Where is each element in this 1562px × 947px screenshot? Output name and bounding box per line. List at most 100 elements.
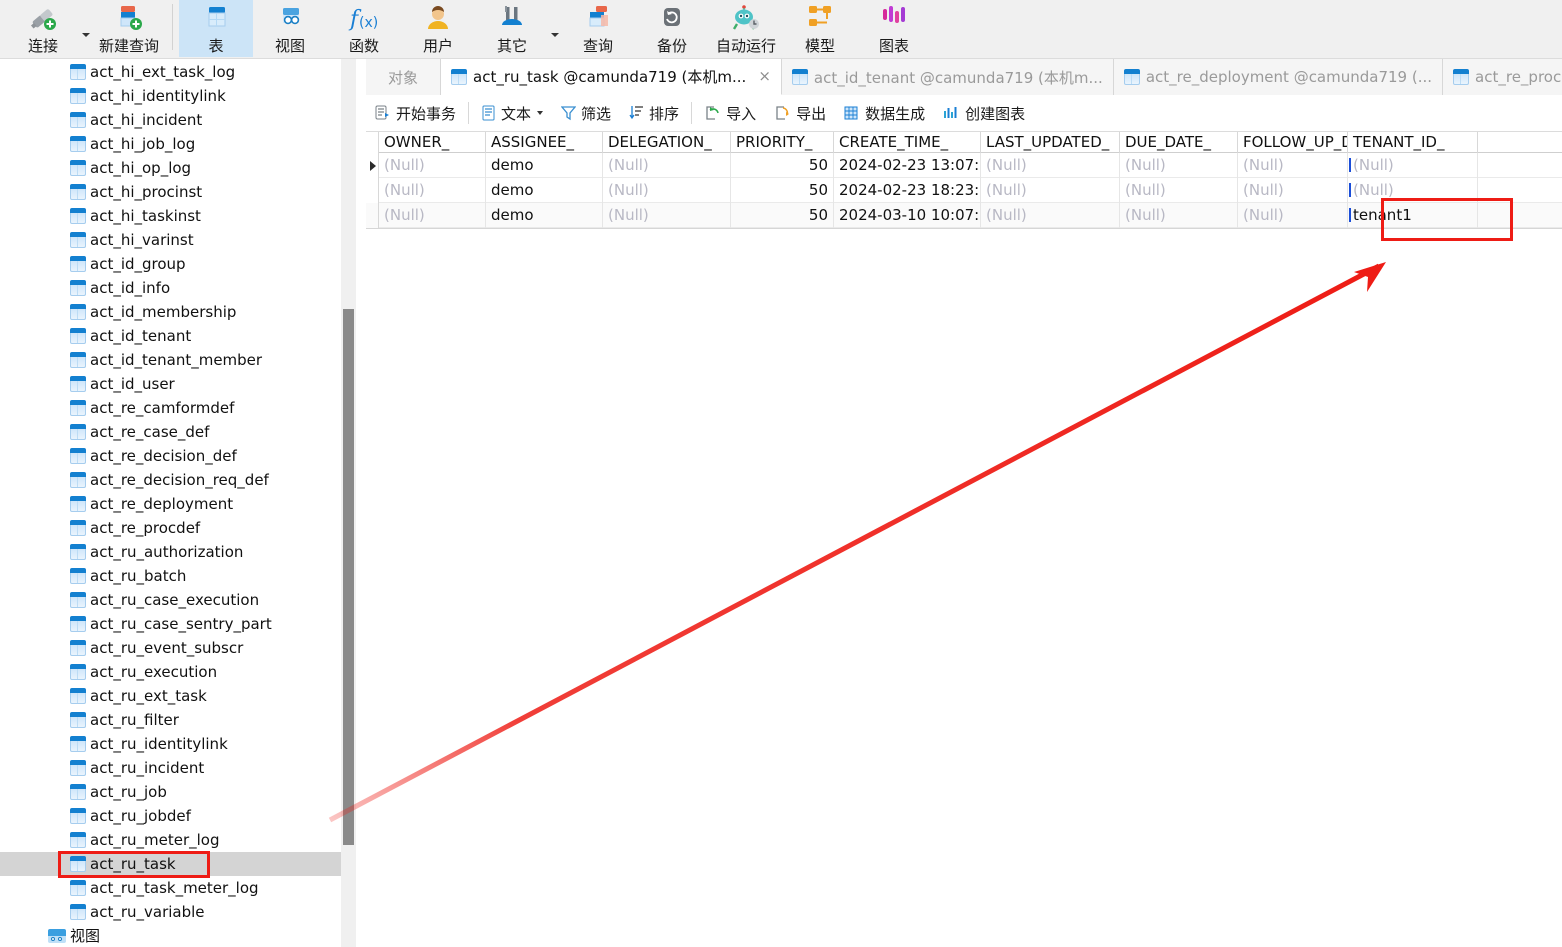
toolbar-button-automation[interactable]: 自动运行 bbox=[709, 0, 783, 57]
tree-item-act_re_decision_def[interactable]: act_re_decision_def bbox=[0, 444, 341, 468]
action-create-chart[interactable]: 创建图表 bbox=[934, 95, 1034, 132]
tree-item-act_id_info[interactable]: act_id_info bbox=[0, 276, 341, 300]
grid-cell-DELEGATION_[interactable]: (Null) bbox=[603, 178, 731, 203]
tree-item-act_hi_taskinst[interactable]: act_hi_taskinst bbox=[0, 204, 341, 228]
grid-cell-ASSIGNEE_[interactable]: demo bbox=[486, 203, 603, 228]
grid-column-header-CREATE_TIME_[interactable]: CREATE_TIME_ bbox=[834, 132, 981, 153]
grid-action-bar[interactable]: 开始事务 文本 筛选 排序 导入 导出 数据生成 创建图表 bbox=[366, 95, 1562, 132]
grid-cell-CREATE_TIME_[interactable]: 2024-02-23 13:07:1 bbox=[834, 153, 981, 178]
other-dropdown-caret[interactable] bbox=[549, 0, 561, 57]
toolbar-button-chart[interactable]: 图表 bbox=[857, 0, 931, 57]
tree-item-act_ru_authorization[interactable]: act_ru_authorization bbox=[0, 540, 341, 564]
grid-cell-DUE_DATE_[interactable]: (Null) bbox=[1120, 178, 1238, 203]
row-gutter[interactable] bbox=[366, 178, 379, 203]
action-data-generate[interactable]: 数据生成 bbox=[835, 95, 934, 132]
action-export[interactable]: 导出 bbox=[765, 95, 835, 132]
grid-cell-TENANT_ID_[interactable]: (Null) bbox=[1348, 178, 1478, 203]
data-grid[interactable]: OWNER_ ASSIGNEE_ DELEGATION_ PRIORITY_ CREAT… bbox=[366, 132, 1562, 947]
action-filter[interactable]: 筛选 bbox=[552, 95, 620, 132]
action-sort[interactable]: 排序 bbox=[620, 95, 688, 132]
editor-tab-bar[interactable]: 对象 act_ru_task @camunda719 (本机m... × act_i… bbox=[366, 59, 1562, 95]
grid-cell-ASSIGNEE_[interactable]: demo bbox=[486, 178, 603, 203]
grid-cell-ASSIGNEE_[interactable]: demo bbox=[486, 153, 603, 178]
tab-object-panel[interactable]: 对象 bbox=[366, 59, 442, 95]
grid-cell-DUE_DATE_[interactable]: (Null) bbox=[1120, 203, 1238, 228]
tree-item-act_re_case_def[interactable]: act_re_case_def bbox=[0, 420, 341, 444]
editor-tab-2[interactable]: act_re_deployment @camunda719 (... bbox=[1113, 59, 1444, 95]
tree-item-act_ru_meter_log[interactable]: act_ru_meter_log bbox=[0, 828, 341, 852]
tree-item-act_hi_procinst[interactable]: act_hi_procinst bbox=[0, 180, 341, 204]
grid-cell-DUE_DATE_[interactable]: (Null) bbox=[1120, 153, 1238, 178]
toolbar-button-user[interactable]: 用户 bbox=[401, 0, 475, 57]
row-gutter[interactable] bbox=[366, 153, 379, 178]
grid-cell-FOLLOW_UP_D[interactable]: (Null) bbox=[1238, 203, 1348, 228]
tree-item-act_ru_case_execution[interactable]: act_ru_case_execution bbox=[0, 588, 341, 612]
grid-column-header-LAST_UPDATED_[interactable]: LAST_UPDATED_ bbox=[981, 132, 1120, 153]
connection-dropdown-caret[interactable] bbox=[80, 0, 92, 57]
toolbar-button-other[interactable]: 其它 bbox=[475, 0, 549, 57]
editor-tab-0[interactable]: act_ru_task @camunda719 (本机m... × bbox=[441, 59, 782, 95]
tree-item-act_re_deployment[interactable]: act_re_deployment bbox=[0, 492, 341, 516]
chevron-down-icon[interactable] bbox=[537, 111, 544, 115]
grid-cell-PRIORITY_[interactable]: 50 bbox=[731, 153, 834, 178]
toolbar-button-connection[interactable]: 连接 bbox=[6, 0, 80, 57]
grid-cell-PRIORITY_[interactable]: 50 bbox=[731, 178, 834, 203]
tree-item-act_ru_ext_task[interactable]: act_ru_ext_task bbox=[0, 684, 341, 708]
grid-cell-TENANT_ID_[interactable]: tenant1 bbox=[1348, 203, 1478, 228]
grid-column-header-DELEGATION_[interactable]: DELEGATION_ bbox=[603, 132, 731, 153]
grid-cell-LAST_UPDATED_[interactable]: (Null) bbox=[981, 203, 1120, 228]
tree-item-act_ru_variable[interactable]: act_ru_variable bbox=[0, 900, 341, 924]
tree-item-act_ru_case_sentry_part[interactable]: act_ru_case_sentry_part bbox=[0, 612, 341, 636]
tree-item-act_re_procdef[interactable]: act_re_procdef bbox=[0, 516, 341, 540]
tree-item-act_ru_job[interactable]: act_ru_job bbox=[0, 780, 341, 804]
grid-cell-DELEGATION_[interactable]: (Null) bbox=[603, 203, 731, 228]
toolbar-button-model[interactable]: 模型 bbox=[783, 0, 857, 57]
toolbar-button-query[interactable]: 查询 bbox=[561, 0, 635, 57]
grid-cell-TENANT_ID_[interactable]: (Null) bbox=[1348, 153, 1478, 178]
grid-cell-LAST_UPDATED_[interactable]: (Null) bbox=[981, 178, 1120, 203]
tree-item-act_id_group[interactable]: act_id_group bbox=[0, 252, 341, 276]
tree-node-views[interactable]: 视图 bbox=[0, 924, 341, 947]
tree-item-act_ru_jobdef[interactable]: act_ru_jobdef bbox=[0, 804, 341, 828]
table-row[interactable]: (Null) demo (Null) 50 2024-02-23 18:23:3 (Nul… bbox=[366, 178, 1562, 203]
grid-header-row[interactable]: OWNER_ ASSIGNEE_ DELEGATION_ PRIORITY_ CREAT… bbox=[366, 132, 1562, 153]
tree-item-act_id_membership[interactable]: act_id_membership bbox=[0, 300, 341, 324]
grid-column-header-PRIORITY_[interactable]: PRIORITY_ bbox=[731, 132, 834, 153]
tree-item-act_id_user[interactable]: act_id_user bbox=[0, 372, 341, 396]
action-text[interactable]: 文本 bbox=[472, 95, 552, 132]
tree-item-act_id_tenant[interactable]: act_id_tenant bbox=[0, 324, 341, 348]
row-gutter[interactable] bbox=[366, 203, 379, 228]
tree-item-act_ru_filter[interactable]: act_ru_filter bbox=[0, 708, 341, 732]
grid-column-header-FOLLOW_UP_D[interactable]: FOLLOW_UP_D bbox=[1238, 132, 1348, 153]
tree-item-act_hi_op_log[interactable]: act_hi_op_log bbox=[0, 156, 341, 180]
tree-item-act_ru_task_meter_log[interactable]: act_ru_task_meter_log bbox=[0, 876, 341, 900]
grid-cell-FOLLOW_UP_D[interactable]: (Null) bbox=[1238, 178, 1348, 203]
tree-item-act_hi_ext_task_log[interactable]: act_hi_ext_task_log bbox=[0, 60, 341, 84]
grid-cell-FOLLOW_UP_D[interactable]: (Null) bbox=[1238, 153, 1348, 178]
tree-item-act_ru_event_subscr[interactable]: act_ru_event_subscr bbox=[0, 636, 341, 660]
editor-tab-1[interactable]: act_id_tenant @camunda719 (本机m... bbox=[781, 59, 1114, 95]
grid-column-header-TENANT_ID_[interactable]: TENANT_ID_ bbox=[1348, 132, 1478, 153]
toolbar-button-new-query[interactable]: 新建查询 bbox=[92, 0, 166, 57]
grid-cell-CREATE_TIME_[interactable]: 2024-03-10 10:07:2 bbox=[834, 203, 981, 228]
tree-item-act_re_camformdef[interactable]: act_re_camformdef bbox=[0, 396, 341, 420]
action-import[interactable]: 导入 bbox=[695, 95, 765, 132]
toolbar-button-backup[interactable]: 备份 bbox=[635, 0, 709, 57]
tree-item-act_ru_incident[interactable]: act_ru_incident bbox=[0, 756, 341, 780]
tree-item-act_hi_incident[interactable]: act_hi_incident bbox=[0, 108, 341, 132]
tree-item-act_ru_task[interactable]: act_ru_task bbox=[0, 852, 341, 876]
editor-tab-3[interactable]: act_re_procdef @camu bbox=[1443, 59, 1562, 95]
tree-item-act_ru_identitylink[interactable]: act_ru_identitylink bbox=[0, 732, 341, 756]
grid-column-header-ASSIGNEE_[interactable]: ASSIGNEE_ bbox=[486, 132, 603, 153]
tree-item-act_hi_identitylink[interactable]: act_hi_identitylink bbox=[0, 84, 341, 108]
object-tree-sidebar[interactable]: act_hi_ext_task_log act_hi_identitylink ac… bbox=[0, 59, 366, 947]
grid-cell-OWNER_[interactable]: (Null) bbox=[379, 153, 486, 178]
toolbar-button-function[interactable]: f (x) 函数 bbox=[327, 0, 401, 57]
tree-item-act_ru_execution[interactable]: act_ru_execution bbox=[0, 660, 341, 684]
toolbar-button-view[interactable]: 视图 bbox=[253, 0, 327, 57]
tree-item-act_id_tenant_member[interactable]: act_id_tenant_member bbox=[0, 348, 341, 372]
tree-item-act_ru_batch[interactable]: act_ru_batch bbox=[0, 564, 341, 588]
grid-cell-OWNER_[interactable]: (Null) bbox=[379, 178, 486, 203]
grid-cell-PRIORITY_[interactable]: 50 bbox=[731, 203, 834, 228]
table-row[interactable]: (Null) demo (Null) 50 2024-03-10 10:07:2 (Nul… bbox=[366, 203, 1562, 228]
